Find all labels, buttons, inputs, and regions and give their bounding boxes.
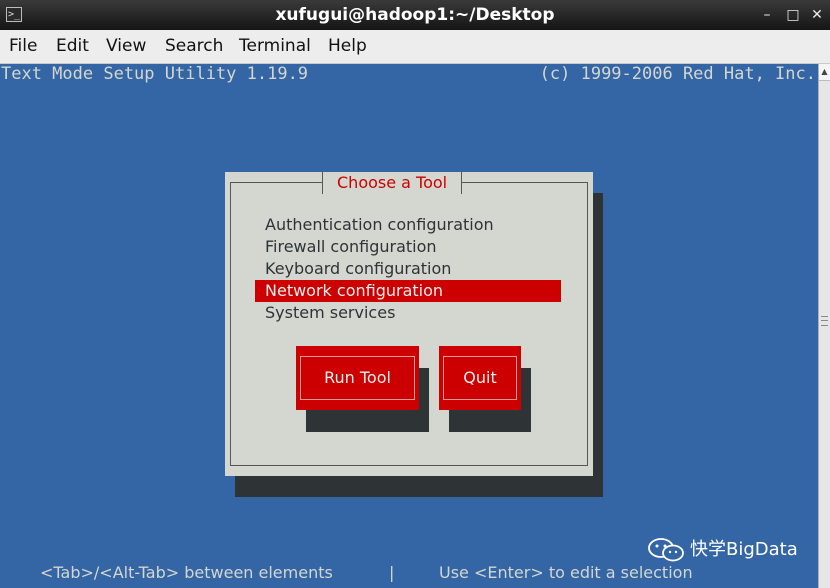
- list-item-authentication[interactable]: Authentication configuration: [255, 214, 561, 236]
- menubar: File Edit View Search Terminal Help: [0, 30, 830, 64]
- menu-file[interactable]: File: [9, 30, 37, 63]
- list-item-firewall[interactable]: Firewall configuration: [255, 236, 561, 258]
- vertical-scrollbar[interactable]: ▲: [818, 64, 830, 588]
- list-item-keyboard[interactable]: Keyboard configuration: [255, 258, 561, 280]
- window-titlebar[interactable]: >_ xufugui@hadoop1:~/Desktop – □ ✕: [0, 0, 830, 30]
- choose-tool-dialog: Choose a Tool Authentication configurati…: [225, 172, 593, 476]
- quit-button[interactable]: Quit: [439, 346, 521, 410]
- footer-separator: |: [389, 563, 395, 582]
- menu-terminal[interactable]: Terminal: [239, 30, 311, 63]
- status-line: <Tab>/<Alt-Tab> between elements | Use <…: [0, 561, 818, 588]
- wechat-icon: [648, 538, 684, 562]
- close-button[interactable]: ✕: [806, 4, 828, 26]
- setup-utility-title: Text Mode Setup Utility 1.19.9: [1, 64, 309, 84]
- maximize-button[interactable]: □: [782, 4, 804, 26]
- scrollbar-grip[interactable]: [821, 316, 828, 326]
- minimize-button[interactable]: –: [756, 4, 778, 26]
- tool-list: Authentication configuration Firewall co…: [255, 214, 561, 324]
- run-tool-button[interactable]: Run Tool: [296, 346, 419, 410]
- menu-edit[interactable]: Edit: [56, 30, 89, 63]
- menu-view[interactable]: View: [106, 30, 146, 63]
- watermark-text: 快学BigData: [690, 539, 798, 560]
- menu-help[interactable]: Help: [328, 30, 367, 63]
- window-title: xufugui@hadoop1:~/Desktop: [275, 5, 555, 25]
- list-item-network[interactable]: Network configuration: [255, 280, 561, 302]
- menu-search[interactable]: Search: [165, 30, 223, 63]
- list-item-system-services[interactable]: System services: [255, 302, 561, 324]
- footer-hint-tab: <Tab>/<Alt-Tab> between elements: [40, 563, 333, 582]
- copyright-text: (c) 1999-2006 Red Hat, Inc.: [539, 64, 816, 84]
- footer-hint-enter: Use <Enter> to edit a selection: [439, 563, 693, 582]
- run-tool-button-label: Run Tool: [300, 356, 415, 400]
- quit-button-label: Quit: [443, 356, 517, 400]
- dialog-title: Choose a Tool: [322, 172, 463, 194]
- scroll-up-icon[interactable]: ▲: [819, 64, 830, 81]
